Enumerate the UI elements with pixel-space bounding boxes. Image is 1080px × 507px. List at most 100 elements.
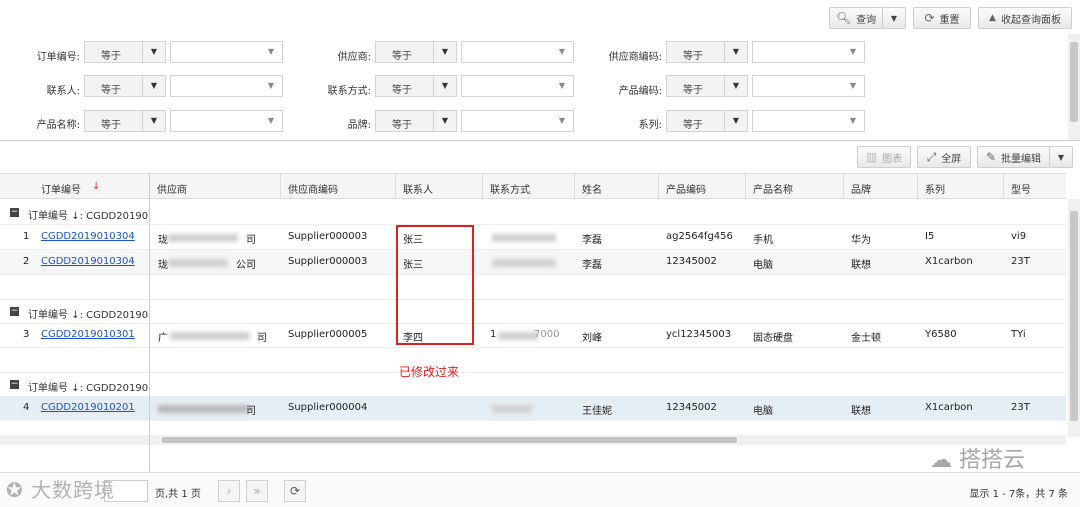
caret-down-icon: ▼ [849,116,856,125]
refresh-icon: ⟳ [289,484,301,498]
chart-label: 图表 [882,153,903,165]
operator-select[interactable]: 等于 ▼ [666,110,748,132]
edit-icon: ✎ [985,150,997,164]
column-header[interactable]: 联系人 [403,181,433,196]
batch-edit-dropdown-button[interactable]: ▼ [1049,146,1073,168]
supplier-cell: 珑 [158,235,168,246]
group-footer-row [0,275,1066,300]
filter-label: 品牌: [347,120,371,131]
product-code-cell: ycl12345003 [666,329,732,340]
product-name-cell: 固态硬盘 [753,333,793,344]
query-dropdown-button[interactable]: ▼ [882,7,906,29]
fullscreen-button[interactable]: ⤢ 全屏 [917,146,971,168]
brand-cell: 华为 [851,235,871,246]
name-cell: 王佳妮 [582,406,612,417]
double-chevron-right-icon: » [253,484,261,498]
table-row[interactable]: 3 CGDD2019010301 广 司 Supplier000005 李四 1… [0,323,1066,348]
column-header[interactable]: 品牌 [851,181,871,196]
operator-select[interactable]: 等于 ▼ [84,110,166,132]
table-row[interactable]: 1 CGDD2019010304 珑 司 Supplier000003 张三 李… [0,225,1066,250]
row-number: 3 [23,329,30,340]
last-page-button[interactable]: » [246,480,268,502]
collapse-group-icon[interactable]: − [10,208,19,217]
value-select[interactable]: ▼ [752,75,865,97]
value-select[interactable]: ▼ [752,110,865,132]
brand-cell: 联想 [851,406,871,417]
group-footer-row [0,348,1066,373]
query-button[interactable]: 🔍︎ 查询 [829,7,883,29]
batch-edit-label: 批量编辑 [1001,153,1042,165]
series-cell: Y6580 [925,329,957,340]
chart-icon: ▥ [865,150,878,164]
order-link[interactable]: CGDD2019010304 [41,231,135,242]
refresh-button[interactable]: ⟳ [284,480,306,502]
operator-select[interactable]: 等于 ▼ [84,41,166,63]
page-total: 页,共 1 页 [155,489,201,500]
name-cell: 刘峰 [582,333,602,344]
group-row[interactable]: − 订单编号 ↓: CGDD20190 [0,200,1066,225]
value-select[interactable]: ▼ [461,41,574,63]
filter-label: 系列: [638,120,662,131]
supplier-code-cell: Supplier000005 [288,329,368,340]
order-link[interactable]: CGDD2019010304 [41,256,135,267]
column-header[interactable]: 型号 [1011,181,1031,196]
horizontal-scrollbar-frozen[interactable] [0,435,149,445]
caret-down-icon: ▼ [558,47,565,56]
operator-select[interactable]: 等于 ▼ [666,75,748,97]
batch-edit-button[interactable]: ✎ 批量编辑 [977,146,1050,168]
filter-scrollbar[interactable] [1068,34,1080,140]
filter-label: 产品编码: [618,86,662,97]
caret-down-icon: ▼ [433,111,456,131]
operator-select[interactable]: 等于 ▼ [375,41,457,63]
value-select[interactable]: ▼ [461,75,574,97]
collapse-panel-button[interactable]: ▲ 收起查询面板 [978,7,1072,29]
group-row[interactable]: − 订单编号 ↓: CGDD20190 [0,299,1066,324]
chevron-right-icon: › [226,484,232,498]
operator-select[interactable]: 等于 ▼ [375,75,457,97]
collapse-group-icon[interactable]: − [10,307,19,316]
value-select[interactable]: ▼ [170,41,283,63]
brand-cell: 联想 [851,260,871,271]
value-select[interactable]: ▼ [752,41,865,63]
row-number: 4 [23,402,30,413]
next-page-button[interactable]: › [218,480,240,502]
column-header[interactable]: 系列 [925,181,945,196]
chart-button[interactable]: ▥ 图表 [857,146,911,168]
name-cell: 李磊 [582,260,602,271]
supplier-code-cell: Supplier000004 [288,402,368,413]
table-row[interactable]: 2 CGDD2019010304 珑 公司 Supplier000003 张三 … [0,250,1066,275]
product-code-cell: 12345002 [666,256,717,267]
column-header[interactable]: 供应商编码 [288,181,338,196]
sort-desc-icon[interactable]: ↓ [92,181,100,192]
value-select[interactable]: ▼ [170,75,283,97]
operator-select[interactable]: 等于 ▼ [375,110,457,132]
order-link[interactable]: CGDD2019010201 [41,402,135,413]
expand-icon: ⤢ [926,149,937,164]
grid-scrollbar[interactable] [1068,199,1080,437]
fullscreen-label: 全屏 [941,153,962,165]
column-header[interactable]: 订单编号 [41,181,81,196]
order-link[interactable]: CGDD2019010301 [41,329,135,340]
value-select[interactable]: ▼ [170,110,283,132]
value-select[interactable]: ▼ [461,110,574,132]
collapse-group-icon[interactable]: − [10,380,19,389]
caret-down-icon: ▼ [558,81,565,90]
column-header[interactable]: 产品编码 [666,181,706,196]
supplier-cell-suffix: 公司 [236,260,256,271]
operator-select[interactable]: 等于 ▼ [666,41,748,63]
filter-label: 供应商编码: [608,52,662,63]
column-header[interactable]: 供应商 [157,181,187,196]
column-header[interactable]: 产品名称 [753,181,793,196]
filter-panel: 订单编号: 等于 ▼ ▼ 供应商: 等于 ▼ ▼ 供应商编码: 等于 ▼ ▼ 联系人:… [0,34,1066,140]
operator-select[interactable]: 等于 ▼ [84,75,166,97]
caret-down-icon: ▼ [267,116,274,125]
supplier-code-cell: Supplier000003 [288,231,368,242]
column-header[interactable]: 联系方式 [490,181,530,196]
column-header[interactable]: 姓名 [582,181,602,196]
horizontal-scrollbar[interactable] [150,435,1066,445]
query-label: 查询 [856,14,877,26]
reset-button[interactable]: ⟳ 重置 [913,7,971,29]
row-number: 2 [23,256,30,267]
table-row[interactable]: 4 CGDD2019010201 司 Supplier000004 王佳妮 12… [0,396,1066,421]
group-row[interactable]: − 订单编号 ↓: CGDD20190 [0,372,1066,397]
